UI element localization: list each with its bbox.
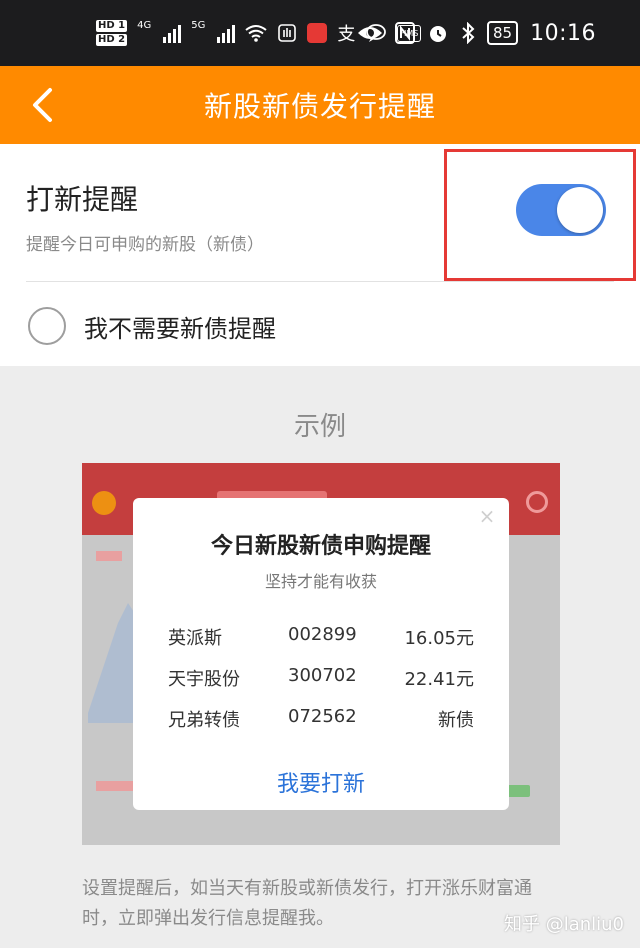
dialog-row: 英派斯 002899 16.05元 [0,624,640,650]
hd1-badge: HD 1 [96,20,128,32]
alarm-icon [430,26,446,42]
reminder-toggle[interactable] [516,184,606,236]
example-green-tag [506,785,530,797]
stock-code: 072562 [288,706,357,727]
header: 新股新债发行提醒 [0,66,640,144]
example-label [96,551,122,561]
no-bond-label[interactable]: 我不需要新债提醒 [84,309,276,344]
dialog-row: 天宇股份 300702 22.41元 [0,665,640,691]
network-5g-label: 5G [191,20,206,31]
network-4g-label: 4G [137,20,152,31]
subscribe-button[interactable]: 我要打新 [133,766,509,798]
reminder-title: 打新提醒 [26,183,139,216]
example-logo [92,491,116,515]
hd2-badge: HD 2 [96,34,128,46]
back-button[interactable] [22,85,62,125]
watermark: 知乎 @lanliu0 [503,914,624,935]
toggle-knob [557,187,603,233]
status-bar: HD 1 HD 2 4G 5G 支 HMS 85 10:16 [0,0,640,66]
close-icon[interactable]: × [478,506,496,526]
wifi-icon [245,25,267,42]
example-price-text [96,781,136,791]
dialog-row: 兄弟转债 072562 新债 [0,706,640,732]
stock-code: 300702 [288,665,357,686]
alipay-icon: 支 [337,24,356,45]
signal-icon-2 [217,23,236,43]
stock-name: 英派斯 [168,628,222,649]
signal-icon [163,23,182,43]
stock-price: 新债 [438,710,474,731]
status-left-icons: HD 1 HD 2 4G 5G 支 HMS [96,20,422,46]
dialog-subtitle: 坚持才能有收获 [264,572,377,591]
dialog-title: 今日新股新债申购提醒 [210,534,431,559]
hand-icon [278,24,297,42]
divider [26,281,614,282]
bluetooth-icon [462,22,475,44]
chat-icon [366,24,387,42]
app-icon [307,23,328,43]
example-search-icon [526,491,548,513]
stock-price: 16.05元 [404,628,474,649]
description-text: 设置提醒后，如当天有新股或新债发行，打开涨乐财富通时，立即弹出发行信息提醒我。 [82,878,532,929]
stock-name: 天宇股份 [168,669,240,690]
battery-icon: 85 [487,21,519,45]
hd-badges: HD 1 HD 2 [96,20,128,46]
hms-badge: HMS [397,24,422,42]
clock: 10:16 [530,20,596,46]
stock-code: 002899 [288,624,357,645]
chevron-left-icon [33,88,52,122]
stock-price: 22.41元 [404,669,474,690]
no-bond-radio[interactable] [28,307,66,345]
reminder-subtitle: 提醒今日可申购的新股（新债） [26,235,264,255]
stock-name: 兄弟转债 [168,710,240,731]
example-heading: 示例 [293,412,346,442]
page-title: 新股新债发行提醒 [203,90,436,123]
